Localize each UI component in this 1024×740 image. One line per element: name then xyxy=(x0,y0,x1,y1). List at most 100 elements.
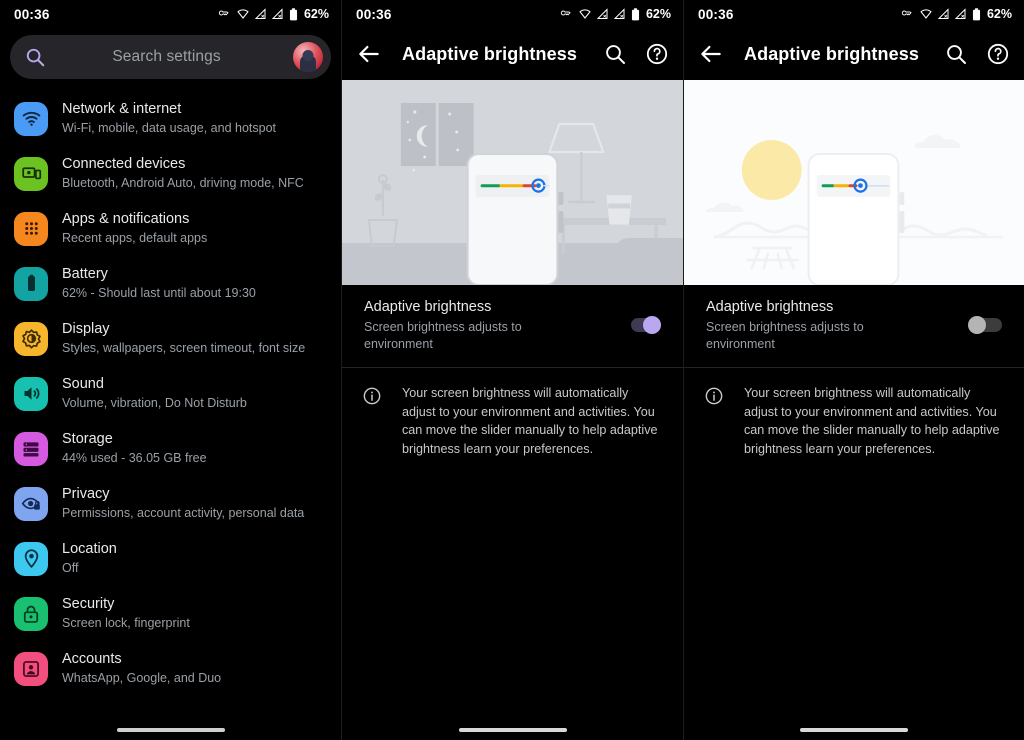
info-text: Your screen brightness will automaticall… xyxy=(744,386,1000,456)
status-bar: 00:36 62% xyxy=(684,0,1024,28)
location-pin-icon xyxy=(14,541,48,576)
help-circle-icon[interactable] xyxy=(986,42,1010,66)
battery-icon xyxy=(289,7,298,20)
sidebar-item-subtitle: Volume, vibration, Do Not Disturb xyxy=(62,396,247,410)
sidebar-item-apps-notifications[interactable]: Apps & notifications Recent apps, defaul… xyxy=(0,201,341,256)
info-circle-icon xyxy=(363,387,381,405)
wifi-icon xyxy=(14,101,48,136)
sidebar-item-battery[interactable]: Battery 62% - Should last until about 19… xyxy=(0,256,341,311)
sidebar-item-accounts[interactable]: Accounts WhatsApp, Google, and Duo xyxy=(0,641,341,696)
info-row: Your screen brightness will automaticall… xyxy=(684,368,1024,458)
wifi-icon xyxy=(920,9,932,19)
page-title: Adaptive brightness xyxy=(402,43,577,64)
devices-icon xyxy=(14,156,48,191)
sidebar-item-title: Privacy xyxy=(62,486,110,502)
sidebar-item-display[interactable]: Display Styles, wallpapers, screen timeo… xyxy=(0,311,341,366)
privacy-eye-icon xyxy=(14,486,48,521)
status-bar-time: 00:36 xyxy=(14,6,50,22)
signal-2-icon xyxy=(954,8,966,19)
status-bar-icons: 62% xyxy=(558,7,671,21)
night-room-illustration xyxy=(342,80,683,285)
battery-icon xyxy=(972,7,981,20)
apps-grid-icon xyxy=(14,211,48,246)
storage-icon xyxy=(14,431,48,466)
battery-percent: 62% xyxy=(303,7,329,21)
adaptive-brightness-screen-off: 00:36 62% Adaptive brightness Adaptive b… xyxy=(683,0,1024,740)
search-icon[interactable] xyxy=(603,42,627,66)
sidebar-item-title: Security xyxy=(62,596,115,612)
status-bar-time: 00:36 xyxy=(698,6,734,22)
sidebar-item-subtitle: Recent apps, default apps xyxy=(62,231,208,245)
help-circle-icon[interactable] xyxy=(645,42,669,66)
volume-icon xyxy=(14,376,48,411)
sidebar-item-subtitle: Off xyxy=(62,561,79,575)
status-bar: 00:36 62% xyxy=(0,0,341,28)
battery-icon xyxy=(14,266,48,301)
sidebar-item-subtitle: 44% used - 36.05 GB free xyxy=(62,451,207,465)
search-input-placeholder[interactable]: Search settings xyxy=(40,48,293,66)
sidebar-item-title: Sound xyxy=(62,376,104,392)
lock-icon xyxy=(14,596,48,631)
info-text: Your screen brightness will automaticall… xyxy=(402,386,658,456)
sidebar-item-security[interactable]: Security Screen lock, fingerprint xyxy=(0,586,341,641)
vpn-key-icon xyxy=(218,10,229,16)
app-bar: Adaptive brightness xyxy=(342,28,683,80)
adaptive-brightness-screen-on: 00:36 62% Adaptive brightness Adaptive b… xyxy=(341,0,683,740)
sidebar-item-title: Storage xyxy=(62,431,113,447)
status-bar: 00:36 62% xyxy=(342,0,683,28)
toggle-subtitle: Screen brightness adjusts to environment xyxy=(706,320,864,351)
sidebar-item-title: Apps & notifications xyxy=(62,211,190,227)
home-gesture-bar[interactable] xyxy=(458,728,567,732)
vpn-key-icon xyxy=(560,10,571,16)
signal-1-icon xyxy=(937,8,949,19)
arrow-back-icon[interactable] xyxy=(698,41,724,67)
sidebar-item-title: Accounts xyxy=(62,651,122,667)
battery-percent: 62% xyxy=(645,7,671,21)
settings-screen: 00:36 62% Search settings Network & inte… xyxy=(0,0,341,740)
day-outdoor-illustration xyxy=(684,80,1024,285)
sidebar-item-title: Display xyxy=(62,321,110,337)
switch-thumb xyxy=(643,316,661,334)
arrow-back-icon[interactable] xyxy=(356,41,382,67)
sidebar-item-connected-devices[interactable]: Connected devices Bluetooth, Android Aut… xyxy=(0,146,341,201)
adaptive-brightness-toggle-row[interactable]: Adaptive brightness Screen brightness ad… xyxy=(342,285,683,368)
battery-icon xyxy=(631,7,640,20)
toggle-subtitle: Screen brightness adjusts to environment xyxy=(364,320,522,351)
status-bar-icons: 62% xyxy=(899,7,1012,21)
sidebar-item-subtitle: Wi-Fi, mobile, data usage, and hotspot xyxy=(62,121,277,135)
settings-list: Network & internet Wi-Fi, mobile, data u… xyxy=(0,91,341,696)
sidebar-item-title: Location xyxy=(62,541,117,557)
page-title: Adaptive brightness xyxy=(744,43,919,64)
sidebar-item-subtitle: Bluetooth, Android Auto, driving mode, N… xyxy=(62,176,304,190)
adaptive-brightness-switch[interactable] xyxy=(627,316,661,334)
signal-1-icon xyxy=(254,8,266,19)
sidebar-item-sound[interactable]: Sound Volume, vibration, Do Not Disturb xyxy=(0,366,341,421)
adaptive-brightness-switch[interactable] xyxy=(968,316,1002,334)
status-bar-time: 00:36 xyxy=(356,6,392,22)
sidebar-item-subtitle: WhatsApp, Google, and Duo xyxy=(62,671,222,685)
sidebar-item-privacy[interactable]: Privacy Permissions, account activity, p… xyxy=(0,476,341,531)
signal-2-icon xyxy=(613,8,625,19)
sidebar-item-subtitle: Permissions, account activity, personal … xyxy=(62,506,305,520)
app-bar: Adaptive brightness xyxy=(684,28,1024,80)
wifi-icon xyxy=(237,9,249,19)
three-panel-screenshot: 00:36 62% Search settings Network & inte… xyxy=(0,0,1024,740)
home-gesture-bar[interactable] xyxy=(800,728,908,732)
battery-percent: 62% xyxy=(986,7,1012,21)
status-bar-icons: 62% xyxy=(216,7,329,21)
sidebar-item-storage[interactable]: Storage 44% used - 36.05 GB free xyxy=(0,421,341,476)
info-circle-icon xyxy=(705,387,723,405)
info-row: Your screen brightness will automaticall… xyxy=(342,368,683,458)
avatar[interactable] xyxy=(293,42,323,72)
wifi-icon xyxy=(579,9,591,19)
home-gesture-bar[interactable] xyxy=(116,728,225,732)
sidebar-item-network-internet[interactable]: Network & internet Wi-Fi, mobile, data u… xyxy=(0,91,341,146)
signal-2-icon xyxy=(271,8,283,19)
search-settings-bar[interactable]: Search settings xyxy=(10,35,331,79)
toggle-title: Adaptive brightness xyxy=(364,299,492,315)
search-icon[interactable] xyxy=(944,42,968,66)
adaptive-brightness-toggle-row[interactable]: Adaptive brightness Screen brightness ad… xyxy=(684,285,1024,368)
switch-thumb xyxy=(968,316,986,334)
sidebar-item-location[interactable]: Location Off xyxy=(0,531,341,586)
sidebar-item-subtitle: Screen lock, fingerprint xyxy=(62,616,190,630)
